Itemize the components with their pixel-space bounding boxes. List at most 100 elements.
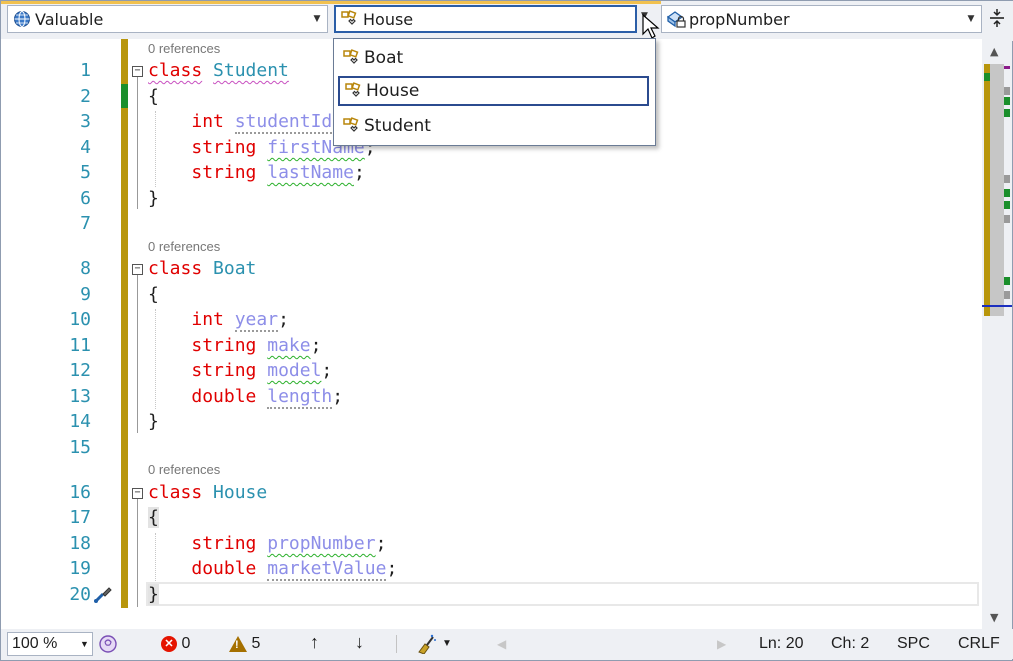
brace: { bbox=[148, 284, 159, 305]
current-line-highlight bbox=[146, 582, 979, 606]
code-line: } bbox=[148, 411, 159, 432]
code-line: string make; bbox=[148, 335, 321, 356]
line-number: 18 bbox=[69, 533, 91, 554]
dropdown-item-house[interactable]: House bbox=[338, 76, 649, 106]
punctuation: ; bbox=[375, 533, 387, 554]
line-number: 17 bbox=[69, 507, 91, 528]
error-count-value: 0 bbox=[181, 635, 191, 652]
keyword: double bbox=[191, 558, 257, 579]
keyword: double bbox=[191, 386, 257, 407]
member-dropdown[interactable]: propNumber ▼ bbox=[661, 5, 982, 33]
line-number: 11 bbox=[69, 335, 91, 356]
error-count[interactable]: ✕ 0 bbox=[161, 635, 190, 653]
keyword: class bbox=[148, 482, 203, 503]
class-name: Student bbox=[213, 60, 289, 81]
outline-line bbox=[137, 77, 138, 209]
dropdown-item-boat[interactable]: Boat bbox=[338, 43, 649, 73]
line-number: 8 bbox=[80, 258, 91, 279]
quick-actions-screwdriver-icon[interactable] bbox=[92, 583, 114, 605]
scroll-down-arrow-icon[interactable]: ▼ bbox=[990, 611, 998, 624]
saved-change-marker bbox=[121, 84, 128, 108]
collapse-toggle[interactable]: − bbox=[132, 488, 143, 499]
keyword: string bbox=[191, 137, 257, 158]
collapse-toggle[interactable]: − bbox=[132, 264, 143, 275]
dropdown-item-student[interactable]: Student bbox=[338, 111, 649, 141]
field-name: marketValue bbox=[267, 558, 387, 581]
field-name: length bbox=[267, 386, 333, 409]
punctuation: ; bbox=[321, 360, 333, 381]
collapse-toggle[interactable]: − bbox=[132, 66, 143, 77]
project-dropdown[interactable]: Valuable ▼ bbox=[7, 5, 328, 33]
line-number: 4 bbox=[80, 137, 91, 158]
brace: } bbox=[148, 411, 159, 432]
map-warning-marker bbox=[1004, 97, 1010, 105]
line-number: 14 bbox=[69, 411, 91, 432]
code-line: int year; bbox=[148, 309, 289, 332]
punctuation: ; bbox=[353, 162, 365, 183]
field-name: lastName bbox=[267, 162, 354, 183]
line-number: 19 bbox=[69, 558, 91, 579]
status-bar: 100 % ▼ ✕ 0 ! 5 ↑ ↓ ▼ ◀ ▶ Ln: 20 Ch: 2 S… bbox=[1, 629, 1013, 659]
tab-accent bbox=[1, 1, 661, 4]
codelens-references[interactable]: 0 references bbox=[148, 239, 220, 254]
code-cleanup-chevron-icon[interactable]: ▼ bbox=[442, 638, 452, 649]
whitespace-indicator[interactable]: SPC bbox=[897, 635, 930, 653]
scroll-up-arrow-icon[interactable]: ▲ bbox=[990, 45, 998, 58]
error-icon: ✕ bbox=[161, 635, 177, 652]
code-cleanup-brush-icon[interactable] bbox=[415, 634, 437, 654]
map-marker bbox=[1004, 87, 1010, 95]
code-line: } bbox=[148, 584, 159, 605]
line-number: 3 bbox=[80, 111, 91, 132]
punctuation: ; bbox=[332, 386, 344, 407]
code-line: { bbox=[148, 284, 159, 305]
map-marker bbox=[1004, 215, 1010, 223]
scroll-left-arrow-icon[interactable]: ◀ bbox=[497, 637, 506, 651]
field-name: propNumber bbox=[267, 533, 376, 554]
brace: { bbox=[148, 86, 159, 107]
code-line: { bbox=[148, 507, 159, 528]
line-ending-indicator[interactable]: CRLF bbox=[958, 635, 1000, 653]
line-indicator[interactable]: Ln: 20 bbox=[759, 635, 803, 653]
next-issue-arrow-icon[interactable]: ↓ bbox=[355, 632, 364, 653]
map-warning-marker bbox=[1004, 189, 1010, 197]
warning-count-value: 5 bbox=[251, 635, 261, 652]
map-warning-marker bbox=[1004, 109, 1010, 117]
warning-icon: ! bbox=[229, 635, 247, 652]
line-number: 5 bbox=[80, 162, 91, 183]
class-name: Boat bbox=[213, 258, 257, 279]
split-icon bbox=[990, 9, 1004, 27]
change-tracking-bar bbox=[121, 39, 128, 608]
field-name: studentId bbox=[234, 111, 333, 134]
code-line: double length; bbox=[148, 386, 344, 409]
scroll-right-arrow-icon[interactable]: ▶ bbox=[717, 637, 726, 651]
dropdown-item-label: Student bbox=[364, 116, 431, 136]
line-number: 9 bbox=[80, 284, 91, 305]
codelens-references[interactable]: 0 references bbox=[148, 41, 220, 56]
column-indicator[interactable]: Ch: 2 bbox=[831, 635, 869, 653]
zoom-dropdown[interactable]: 100 % ▼ bbox=[7, 632, 93, 656]
navigation-bar: Valuable ▼ House ▼ propNumber ▼ bbox=[1, 1, 1013, 41]
previous-issue-arrow-icon[interactable]: ↑ bbox=[310, 632, 319, 653]
code-line: class Boat bbox=[148, 258, 256, 279]
line-number: 1 bbox=[80, 60, 91, 81]
scroll-map-thumb[interactable] bbox=[990, 64, 1004, 316]
class-icon bbox=[339, 8, 361, 30]
mouse-cursor-icon bbox=[642, 14, 660, 39]
private-field-icon bbox=[665, 8, 687, 30]
line-number: 20 bbox=[69, 584, 91, 605]
line-number: 6 bbox=[80, 188, 91, 209]
intellicode-icon[interactable] bbox=[98, 634, 118, 654]
type-dropdown-label: House bbox=[363, 9, 414, 29]
class-icon bbox=[342, 80, 366, 102]
vertical-scrollbar[interactable]: ▲ ▼ bbox=[982, 39, 1012, 629]
keyword: int bbox=[191, 309, 224, 330]
map-change-marker bbox=[984, 73, 990, 81]
caret-position-marker bbox=[982, 305, 1012, 307]
map-error-marker bbox=[1004, 66, 1010, 69]
type-dropdown[interactable]: House bbox=[334, 5, 637, 33]
globe-project-icon bbox=[11, 8, 33, 30]
codelens-references[interactable]: 0 references bbox=[148, 462, 220, 477]
warning-count[interactable]: ! 5 bbox=[229, 635, 260, 653]
code-line: { bbox=[148, 86, 159, 107]
split-window-button[interactable] bbox=[986, 7, 1008, 33]
